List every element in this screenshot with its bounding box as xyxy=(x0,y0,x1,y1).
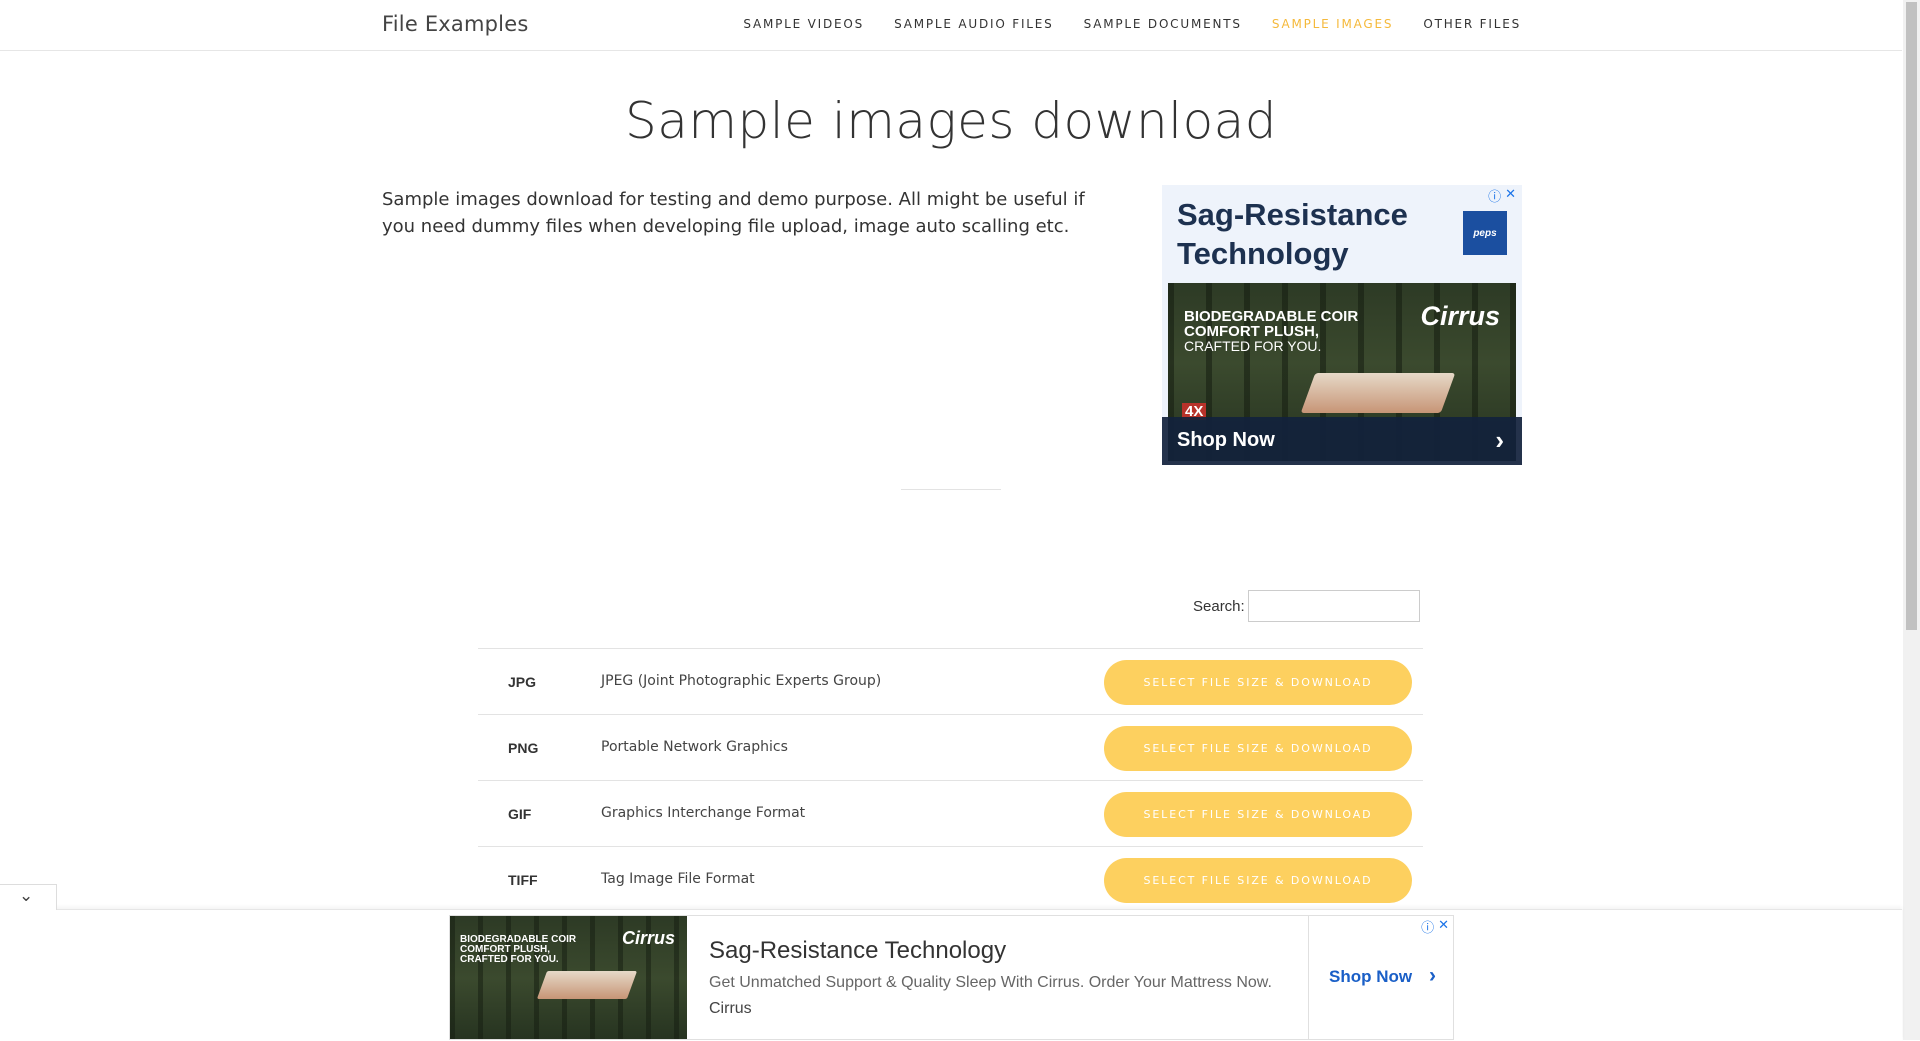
table-row: JPG JPEG (Joint Photographic Experts Gro… xyxy=(478,649,1423,715)
file-types-table: JPG JPEG (Joint Photographic Experts Gro… xyxy=(478,648,1423,913)
download-button-png[interactable]: SELECT FILE SIZE & DOWNLOAD xyxy=(1104,726,1412,771)
nav-other-files[interactable]: OTHER FILES xyxy=(1423,17,1521,31)
table-row: PNG Portable Network Graphics SELECT FIL… xyxy=(478,715,1423,781)
chevron-down-icon: ⌄ xyxy=(19,886,34,905)
bottom-ad-advertiser: Cirrus xyxy=(709,1000,752,1017)
top-advertisement[interactable]: Sag-Resistance Technology peps BIODEGRAD… xyxy=(1162,185,1522,465)
bottom-ad-headline[interactable]: Sag-Resistance Technology xyxy=(709,937,1006,965)
shop-now-button[interactable]: Shop Now xyxy=(1329,967,1412,987)
table-row: GIF Graphics Interchange Format SELECT F… xyxy=(478,781,1423,847)
ad-brand-logo: peps xyxy=(1463,211,1507,255)
table-row: TIFF Tag Image File Format SELECT FILE S… xyxy=(478,847,1423,913)
bottom-ad-image-copy: BIODEGRADABLE COIR COMFORT PLUSH, CRAFTE… xyxy=(460,935,576,965)
download-button-jpg[interactable]: SELECT FILE SIZE & DOWNLOAD xyxy=(1104,660,1412,705)
mattress-graphic xyxy=(1300,373,1456,413)
bottom-ad-image[interactable]: BIODEGRADABLE COIR COMFORT PLUSH, CRAFTE… xyxy=(450,916,687,1039)
intro-text: Sample images download for testing and d… xyxy=(382,189,1085,237)
ad-copy-line3: CRAFTED FOR YOU. xyxy=(1184,338,1322,354)
chevron-right-icon: › xyxy=(1495,425,1504,455)
file-extension: PNG xyxy=(508,740,539,756)
ad-choices: ⓘ ✕ xyxy=(1421,917,1449,936)
main-nav: SAMPLE VIDEOS SAMPLE AUDIO FILES SAMPLE … xyxy=(743,17,1521,31)
site-header: File Examples SAMPLE VIDEOS SAMPLE AUDIO… xyxy=(0,0,1902,51)
file-description: Portable Network Graphics xyxy=(601,739,788,755)
bottom-advertisement[interactable]: BIODEGRADABLE COIR COMFORT PLUSH, CRAFTE… xyxy=(449,915,1454,1040)
close-icon[interactable]: ✕ xyxy=(1438,917,1449,936)
file-extension: TIFF xyxy=(508,872,538,888)
file-description: JPEG (Joint Photographic Experts Group) xyxy=(601,673,882,689)
cirrus-logo: Cirrus xyxy=(621,928,675,948)
ad-copy-line2: COMFORT PLUSH, xyxy=(1184,323,1319,340)
info-icon[interactable]: ⓘ xyxy=(1421,917,1434,936)
cirrus-logo: Cirrus xyxy=(1420,301,1500,331)
file-extension: JPG xyxy=(508,674,537,690)
chevron-right-icon: › xyxy=(1429,964,1436,987)
bottom-ad-copy-line3: CRAFTED FOR YOU. xyxy=(460,954,559,965)
close-icon[interactable]: ✕ xyxy=(1505,186,1516,205)
file-extension: GIF xyxy=(508,806,532,822)
nav-sample-images[interactable]: SAMPLE IMAGES xyxy=(1272,17,1394,31)
file-description: Tag Image File Format xyxy=(601,871,755,887)
info-icon[interactable]: ⓘ xyxy=(1488,186,1501,205)
search-input[interactable] xyxy=(1248,590,1420,622)
ad-shop-now-strip[interactable]: Shop Now › xyxy=(1162,417,1522,465)
ad-image-copy: BIODEGRADABLE COIR COMFORT PLUSH, CRAFTE… xyxy=(1184,309,1358,354)
nav-sample-documents[interactable]: SAMPLE DOCUMENTS xyxy=(1084,17,1242,31)
ad-copy-line1: BIODEGRADABLE COIR xyxy=(1184,308,1359,325)
page-scrollbar[interactable] xyxy=(1903,0,1920,1040)
download-button-tiff[interactable]: SELECT FILE SIZE & DOWNLOAD xyxy=(1104,858,1412,903)
scrollbar-thumb[interactable] xyxy=(1906,2,1917,630)
site-title-link[interactable]: File Examples xyxy=(382,12,528,36)
mattress-graphic xyxy=(536,971,638,999)
ad-choices: ⓘ ✕ xyxy=(1488,186,1516,205)
content-divider xyxy=(901,489,1001,490)
page-title: Sample images download xyxy=(624,92,1278,150)
search-label: Search: xyxy=(1193,598,1245,615)
nav-sample-audio-files[interactable]: SAMPLE AUDIO FILES xyxy=(894,17,1053,31)
bottom-ad-description: Get Unmatched Support & Quality Sleep Wi… xyxy=(709,974,1272,991)
nav-sample-videos[interactable]: SAMPLE VIDEOS xyxy=(743,17,864,31)
download-button-gif[interactable]: SELECT FILE SIZE & DOWNLOAD xyxy=(1104,792,1412,837)
shop-now-label: Shop Now xyxy=(1177,429,1275,451)
collapse-ad-button[interactable]: ⌄ xyxy=(0,884,57,910)
file-description: Graphics Interchange Format xyxy=(601,805,806,821)
